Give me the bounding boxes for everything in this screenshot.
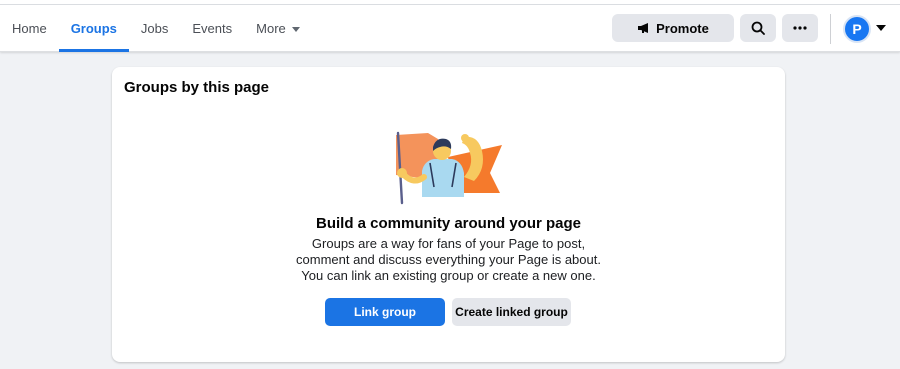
tab-events-label: Events xyxy=(192,20,233,36)
megaphone-icon xyxy=(638,23,649,33)
community-illustration xyxy=(396,131,502,205)
avatar-letter: P xyxy=(852,21,862,37)
ellipsis-icon xyxy=(793,26,807,30)
tab-home[interactable]: Home xyxy=(0,5,59,51)
card-title: Groups by this page xyxy=(124,79,270,96)
chevron-down-icon[interactable] xyxy=(876,25,886,31)
description-line: You can link an existing group or create… xyxy=(301,268,596,283)
create-linked-group-button[interactable]: Create linked group xyxy=(452,298,571,326)
promote-label: Promote xyxy=(656,20,709,36)
tab-groups[interactable]: Groups xyxy=(58,5,130,52)
tab-jobs[interactable]: Jobs xyxy=(129,5,180,51)
empty-state-description: Groups are a way for fans of your Page t… xyxy=(112,236,785,284)
chevron-down-icon xyxy=(291,26,300,32)
search-icon xyxy=(751,21,765,35)
header-divider xyxy=(830,14,831,44)
description-line: Groups are a way for fans of your Page t… xyxy=(311,236,586,251)
create-linked-group-label: Create linked group xyxy=(455,305,568,319)
promote-button[interactable]: Promote xyxy=(612,14,734,42)
empty-state-headline: Build a community around your page xyxy=(315,215,582,232)
tab-jobs-label: Jobs xyxy=(140,20,169,36)
tab-home-label: Home xyxy=(12,20,47,36)
link-group-label: Link group xyxy=(354,305,416,319)
tab-groups-label: Groups xyxy=(70,20,117,36)
tab-events[interactable]: Events xyxy=(180,5,244,51)
tab-more-label: More xyxy=(256,20,286,36)
page-tabs: Home Groups Jobs Events More xyxy=(0,5,312,52)
search-button[interactable] xyxy=(740,14,776,42)
description-line: comment and discuss everything your Page… xyxy=(296,252,601,267)
tab-more[interactable]: More xyxy=(244,5,312,51)
avatar[interactable]: P xyxy=(843,15,871,43)
link-group-button[interactable]: Link group xyxy=(325,298,445,326)
more-options-button[interactable] xyxy=(782,14,818,42)
groups-card: Groups by this page Build a community ar… xyxy=(112,67,785,362)
